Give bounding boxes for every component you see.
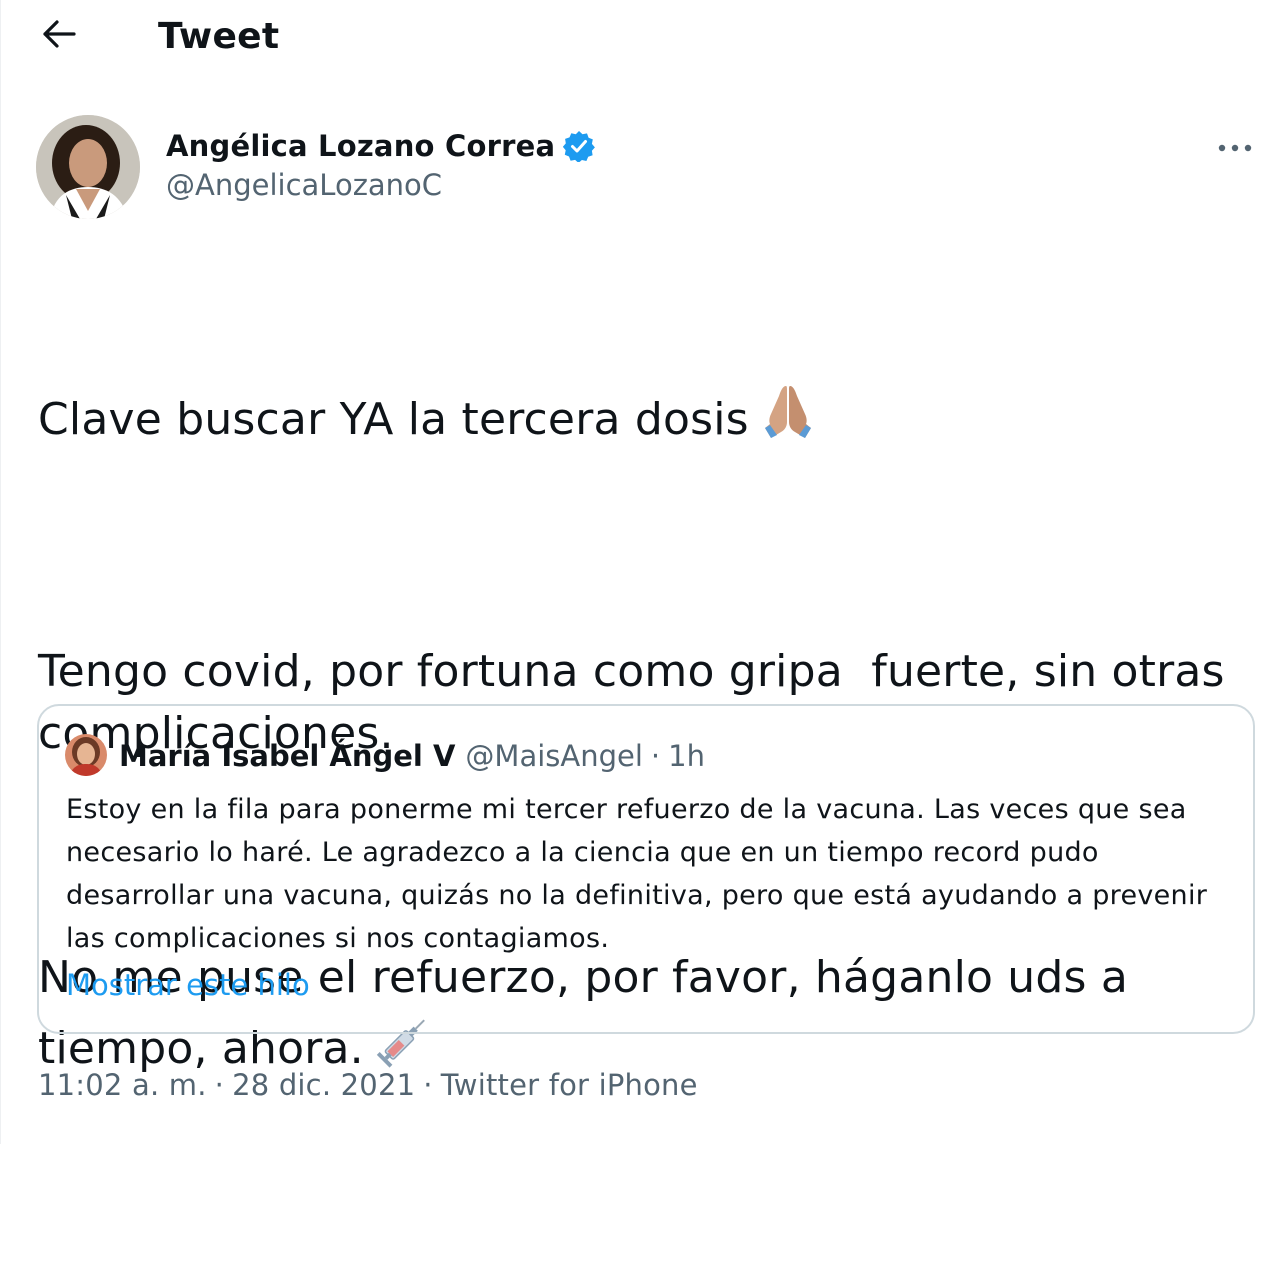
quoted-tweet-text: Estoy en la fila para ponerme mi tercer … [66,794,1208,954]
tweet-time[interactable]: 11:02 a. m. [38,1068,207,1102]
back-button[interactable] [37,14,81,58]
folded-hands-icon [757,380,819,459]
verified-badge-icon [563,130,596,162]
tweet-metadata: 11:02 a. m. · 28 dic. 2021 · Twitter for iPh… [38,1068,698,1102]
page-title: Tweet [158,16,280,57]
show-thread-link[interactable]: Mostrar este hilo [66,968,310,1002]
author-handle[interactable]: @AngelicaLozanoC [166,168,442,202]
more-options-button[interactable] [1207,124,1263,168]
quoted-author-handle: @MaisAngel [465,739,643,773]
tweet-page: Tweet Angélica Lozano Correa @AngelicaLo… [0,0,1280,1144]
quoted-tweet[interactable]: María Isabel Ángel V @MaisAngel · 1h Est… [37,704,1255,1034]
more-dots-icon [1218,137,1252,156]
author-avatar[interactable] [36,115,140,219]
header: Tweet [1,0,1280,80]
tweet-paragraph: Clave buscar YA la tercera dosis [38,380,1248,459]
quoted-author-avatar [65,734,107,776]
tweet-date[interactable]: 28 dic. 2021 [232,1068,415,1102]
author-name[interactable]: Angélica Lozano Correa [166,129,555,163]
quoted-timestamp: 1h [668,739,705,773]
meta-separator: · [214,1068,225,1102]
author-name-row[interactable]: Angélica Lozano Correa [166,124,596,168]
quoted-author-name: María Isabel Ángel V [119,739,456,773]
tweet-source[interactable]: Twitter for iPhone [441,1068,698,1102]
quoted-tweet-header: María Isabel Ángel V @MaisAngel · 1h [119,734,705,778]
meta-separator: · [423,1068,433,1102]
arrow-left-icon [42,19,76,53]
tweet-paragraph-text: Clave buscar YA la tercera dosis [38,394,749,445]
quoted-separator: · [650,739,661,773]
